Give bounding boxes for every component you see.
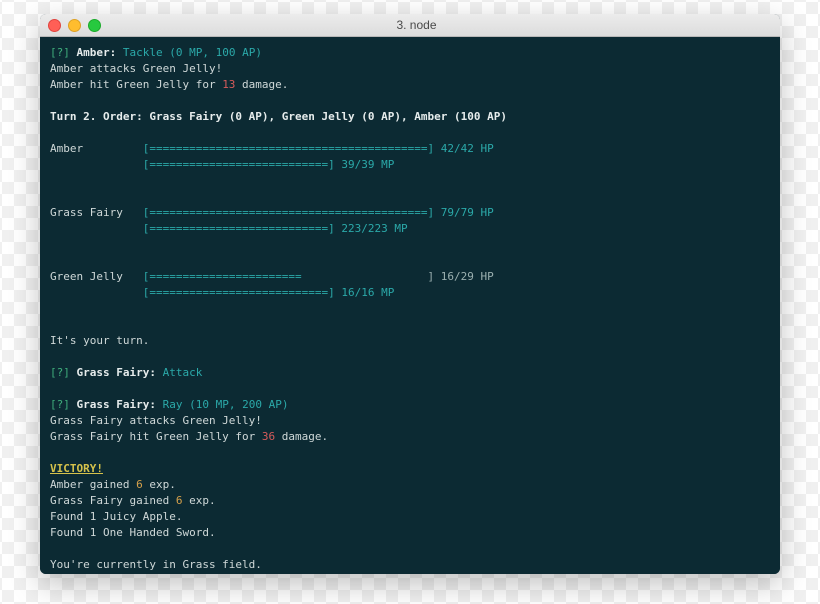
terminal-body[interactable]: [?] Amber: Tackle (0 MP, 100 AP) Amber a… bbox=[40, 37, 780, 574]
turn-order: Grass Fairy (0 AP), Green Jelly (0 AP), … bbox=[149, 110, 507, 123]
unit-label: Grass Fairy bbox=[50, 206, 123, 219]
log-line: Grass Fairy attacks Green Jelly! bbox=[50, 414, 262, 427]
log-line: Amber gained bbox=[50, 478, 136, 491]
turn-label: Turn 2. Order: bbox=[50, 110, 149, 123]
actor-name: Grass Fairy: bbox=[77, 398, 156, 411]
unit-label: Amber bbox=[50, 142, 83, 155]
action-text: Tackle (0 MP, 100 AP) bbox=[123, 46, 262, 59]
hp-bar: [=======================================… bbox=[143, 142, 494, 155]
window-title: 3. node bbox=[61, 18, 772, 32]
log-line: It's your turn. bbox=[50, 334, 149, 347]
close-icon[interactable] bbox=[48, 19, 61, 32]
log-line: Amber attacks Green Jelly! bbox=[50, 62, 222, 75]
hp-bar: [=======================================… bbox=[143, 206, 494, 219]
damage-value: 13 bbox=[222, 78, 235, 91]
log-line: Grass Fairy gained bbox=[50, 494, 176, 507]
prompt-marker: [?] bbox=[50, 398, 70, 411]
log-line: Found 1 Juicy Apple. bbox=[50, 510, 182, 523]
action-text: Attack bbox=[163, 366, 203, 379]
actor-name: Grass Fairy: bbox=[77, 366, 156, 379]
victory-text: VICTORY! bbox=[50, 462, 103, 475]
log-line: exp. bbox=[143, 478, 176, 491]
mp-bar: [===========================] 39/39 MP bbox=[143, 158, 395, 171]
hp-bar: [======================= ] 16/29 HP bbox=[143, 270, 494, 283]
terminal-window: 3. node [?] Amber: Tackle (0 MP, 100 AP)… bbox=[40, 14, 780, 574]
actor-name: Amber: bbox=[77, 46, 117, 59]
damage-value: 36 bbox=[262, 430, 275, 443]
log-line: damage. bbox=[275, 430, 328, 443]
prompt-marker: [?] bbox=[50, 366, 70, 379]
log-line: damage. bbox=[235, 78, 288, 91]
log-line: Amber hit Green Jelly for bbox=[50, 78, 222, 91]
mp-bar: [===========================] 223/223 MP bbox=[143, 222, 408, 235]
log-line: Found 1 One Handed Sword. bbox=[50, 526, 216, 539]
mp-bar: [===========================] 16/16 MP bbox=[143, 286, 395, 299]
prompt-marker: [?] bbox=[50, 46, 70, 59]
log-line: exp. bbox=[182, 494, 215, 507]
titlebar[interactable]: 3. node bbox=[40, 14, 780, 37]
action-text: Ray (10 MP, 200 AP) bbox=[163, 398, 289, 411]
log-line: Grass Fairy hit Green Jelly for bbox=[50, 430, 262, 443]
location-text: You're currently in Grass field. bbox=[50, 558, 262, 571]
unit-label: Green Jelly bbox=[50, 270, 123, 283]
exp-value: 6 bbox=[136, 478, 143, 491]
